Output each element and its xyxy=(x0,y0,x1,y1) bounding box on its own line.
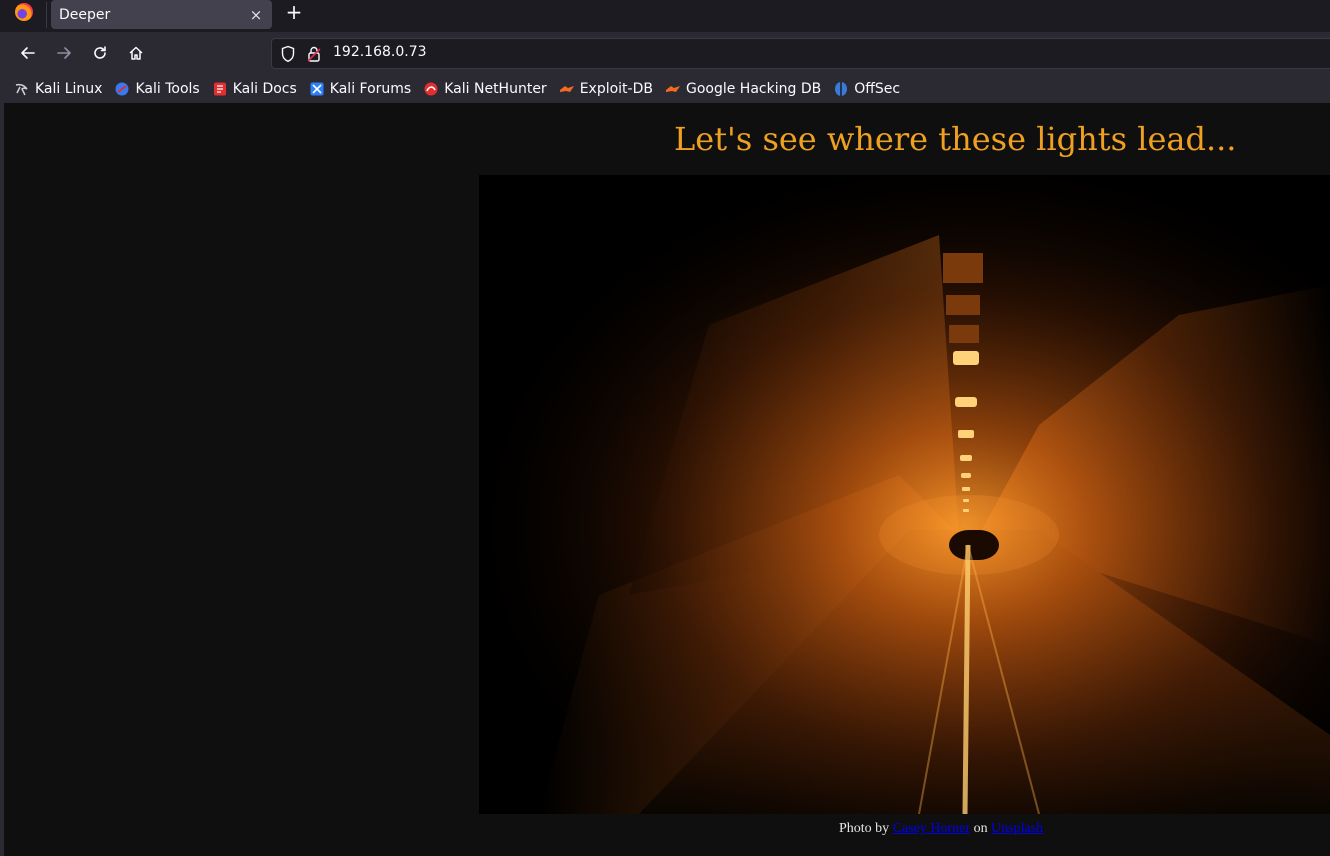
back-arrow-icon xyxy=(21,47,35,59)
exploit-db-icon xyxy=(559,81,575,97)
bookmark-kali-docs[interactable]: Kali Docs xyxy=(212,81,297,97)
navigation-bar: 192.168.0.73 xyxy=(0,32,1330,74)
bookmark-label: Kali Linux xyxy=(35,80,103,97)
url-bar[interactable]: 192.168.0.73 xyxy=(271,38,1330,69)
bookmark-label: Exploit-DB xyxy=(579,80,653,97)
bookmark-label: Kali Docs xyxy=(232,80,297,97)
home-button[interactable] xyxy=(124,41,148,65)
caption-prefix: Photo by xyxy=(839,821,890,836)
tab-separator xyxy=(46,2,47,28)
kali-tools-icon xyxy=(114,81,130,97)
bookmarks-toolbar: Kali Linux Kali Tools Kali Docs Kali For… xyxy=(0,74,1330,103)
tracking-shield-icon[interactable] xyxy=(280,45,296,63)
bookmark-exploit-db[interactable]: Exploit-DB xyxy=(559,81,653,97)
tab-title: Deeper xyxy=(59,6,111,23)
bookmark-label: OffSec xyxy=(854,80,901,97)
photo-caption: Photo by Casey Horner on Unsplash xyxy=(839,821,1043,837)
forward-button[interactable] xyxy=(52,41,76,65)
bookmark-offsec[interactable]: OffSec xyxy=(833,81,900,97)
bookmark-google-hacking-db[interactable]: Google Hacking DB xyxy=(665,81,821,97)
tab-deeper[interactable]: Deeper × xyxy=(51,0,272,29)
url-text[interactable]: 192.168.0.73 xyxy=(333,44,427,60)
reload-icon xyxy=(94,46,106,59)
unsplash-link[interactable]: Unsplash xyxy=(991,821,1043,836)
bookmark-kali-nethunter[interactable]: Kali NetHunter xyxy=(423,80,547,97)
back-button[interactable] xyxy=(16,41,40,65)
bookmark-label: Kali Forums xyxy=(329,80,412,97)
nethunter-icon xyxy=(423,81,439,97)
bookmark-kali-linux[interactable]: Kali Linux xyxy=(14,81,102,97)
bookmark-label: Google Hacking DB xyxy=(685,80,822,97)
bookmark-kali-forums[interactable]: Kali Forums xyxy=(309,81,411,97)
kali-forums-icon xyxy=(309,81,325,97)
reload-button[interactable] xyxy=(88,41,112,65)
new-tab-button[interactable]: + xyxy=(283,1,305,23)
photographer-link[interactable]: Casey Horner xyxy=(893,821,970,836)
offsec-icon xyxy=(833,81,849,97)
ghdb-icon xyxy=(665,81,681,97)
bookmark-label: Kali Tools xyxy=(135,80,200,97)
caption-middle: on xyxy=(973,821,988,836)
page-headline: Let's see where these lights lead... xyxy=(674,120,1237,158)
kali-docs-icon xyxy=(212,81,228,97)
tunnel-photo xyxy=(479,175,1330,814)
kali-dragon-icon xyxy=(14,81,30,97)
tab-close-icon[interactable]: × xyxy=(246,5,266,25)
bookmark-kali-tools[interactable]: Kali Tools xyxy=(114,80,200,97)
bookmark-label: Kali NetHunter xyxy=(444,80,547,97)
insecure-lock-icon[interactable] xyxy=(306,45,322,63)
firefox-menu-icon[interactable] xyxy=(15,3,33,21)
home-icon xyxy=(129,46,143,60)
tab-strip: Deeper × + xyxy=(0,0,1330,30)
forward-arrow-icon xyxy=(57,47,71,59)
